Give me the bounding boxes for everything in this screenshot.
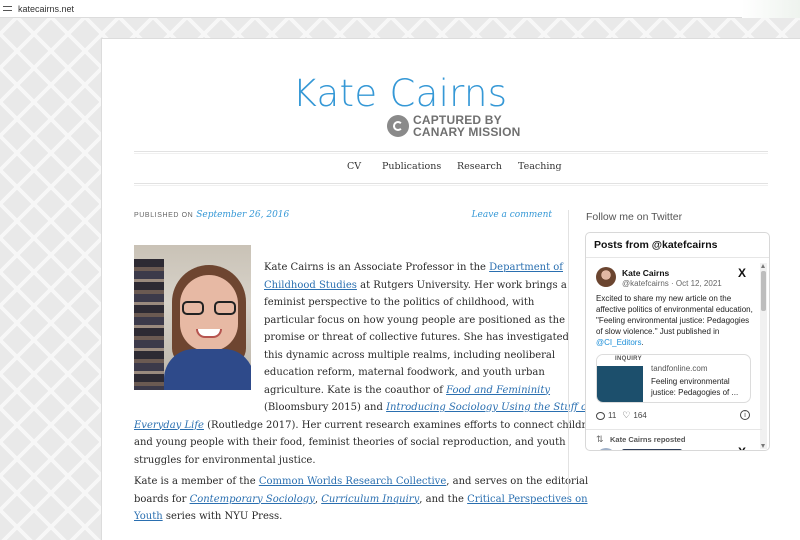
nav-divider-bottom — [134, 183, 768, 184]
toolbar-fade — [742, 0, 800, 18]
bio-line: this dynamic across multiple realms, inc… — [264, 349, 556, 361]
reply-count: 11 — [608, 411, 617, 420]
introducing-sociology-link[interactable]: Introducing Sociology Using the Stuff of — [386, 402, 591, 413]
profile-photo — [134, 245, 251, 390]
tweet-avatar[interactable] — [596, 267, 616, 287]
repost-icon: ⇅ — [596, 434, 604, 444]
x-logo-icon-2[interactable]: X — [738, 445, 746, 450]
introducing-sociology-link-cont[interactable]: Everyday Life — [134, 420, 204, 431]
badge-line-2: CANARY MISSION — [413, 125, 521, 139]
canary-logo-icon — [387, 115, 409, 137]
post-meta: PUBLISHED ON September 26, 2016 Leave a … — [134, 210, 552, 220]
critical-perspectives-link-cont[interactable]: Youth — [134, 511, 163, 522]
department-link-cont[interactable]: Childhood Studies — [264, 280, 357, 291]
tweet-separator — [586, 429, 762, 430]
scroll-thumb[interactable] — [761, 271, 766, 311]
post-date-link[interactable]: September 26, 2016 — [196, 210, 289, 220]
bio-line: particular focus on how young people are… — [264, 314, 566, 326]
bio2-line: Kate is a member of the Common Worlds Re… — [134, 476, 589, 487]
bio-line: (Bloomsbury 2015) and Introducing Sociol… — [264, 402, 591, 413]
contemporary-sociology-link[interactable]: Contemporary Sociology — [190, 494, 315, 505]
leave-comment-link[interactable]: Leave a comment — [472, 210, 552, 220]
nav-item-cv[interactable]: CV — [347, 161, 361, 172]
mention-link[interactable]: @CI_Editors — [596, 338, 641, 347]
tweet-handle-date[interactable]: @katefcairns · Oct 12, 2021 — [622, 279, 722, 288]
address-bar[interactable]: katecairns.net — [0, 0, 800, 18]
scroll-down-icon[interactable] — [761, 444, 765, 448]
site-info-icon[interactable] — [3, 4, 12, 13]
tweet-link-card[interactable]: INQUIRY tandfonline.com Feeling environm… — [596, 354, 751, 403]
canary-mission-badge: CAPTURED BY CANARY MISSION — [387, 114, 520, 138]
twitter-timeline-widget[interactable]: Posts from @katefcairns Kate Cairns @kat… — [585, 232, 770, 451]
reply-icon[interactable] — [596, 411, 605, 420]
tweet-avatar-2[interactable] — [596, 448, 616, 450]
timeline-header[interactable]: Posts from @katefcairns — [586, 233, 769, 258]
bio-line: Childhood Studies at Rutgers University.… — [264, 279, 567, 291]
bio2-line: Youth series with NYU Press. — [134, 511, 283, 522]
link-card-domain: tandfonline.com — [651, 364, 708, 373]
common-worlds-link[interactable]: Common Worlds Research Collective — [259, 476, 446, 487]
nav-divider-bottom-inner — [134, 185, 768, 186]
food-femininity-link[interactable]: Food and Femininity — [446, 385, 550, 396]
tweet-author-name[interactable]: Kate Cairns — [622, 268, 669, 278]
nav-divider-top — [134, 151, 768, 152]
timeline-scrollbar[interactable] — [760, 263, 767, 449]
like-icon[interactable]: ♡ — [622, 410, 630, 421]
x-logo-icon[interactable]: X — [738, 266, 746, 280]
link-card-title: Feeling environmental justice: Pedagogie… — [651, 377, 739, 397]
nav-item-publications[interactable]: Publications — [382, 161, 441, 172]
department-link[interactable]: Department of — [489, 262, 563, 273]
bio-line: struggles for environmental justice. — [134, 454, 316, 466]
nav-item-research[interactable]: Research — [457, 161, 502, 172]
bio-line: Kate Cairns is an Associate Professor in… — [264, 262, 563, 273]
bio-line: feminist perspective to the politics of … — [264, 297, 535, 308]
link-card-thumbnail: INQUIRY — [597, 355, 643, 402]
bio2-line: boards for Contemporary Sociology, Curri… — [134, 493, 588, 505]
nav-item-teaching[interactable]: Teaching — [518, 161, 562, 172]
url-text[interactable]: katecairns.net — [18, 4, 74, 14]
critical-perspectives-link[interactable]: Critical Perspectives on — [467, 494, 587, 505]
sidebar-divider — [568, 210, 569, 496]
info-icon[interactable]: i — [740, 410, 750, 420]
site-title[interactable]: Kate Cairns — [0, 72, 800, 115]
follow-heading: Follow me on Twitter — [586, 211, 683, 223]
bio-line: promise or threat of collective futures.… — [264, 332, 569, 343]
bio-line: Everyday Life (Routledge 2017). Her curr… — [134, 419, 599, 431]
scroll-up-icon[interactable] — [761, 264, 765, 268]
like-count: 164 — [633, 411, 647, 420]
bio-line: and young people with their food, femini… — [134, 437, 566, 448]
published-label: PUBLISHED ON — [134, 212, 194, 219]
bio-line: education reform, maternal foodwork, and… — [264, 367, 545, 378]
tweet-actions: 11 ♡ 164 — [596, 410, 647, 421]
tweet-author-name-2[interactable] — [622, 449, 682, 450]
bio-line: agriculture. Kate is the coauthor of Foo… — [264, 384, 551, 396]
nav-divider-top-inner — [134, 153, 768, 154]
curriculum-inquiry-link[interactable]: Curriculum Inquiry — [321, 494, 419, 505]
tweet-text: Excited to share my new article on the a… — [596, 294, 753, 347]
repost-label: Kate Cairns reposted — [610, 435, 686, 444]
